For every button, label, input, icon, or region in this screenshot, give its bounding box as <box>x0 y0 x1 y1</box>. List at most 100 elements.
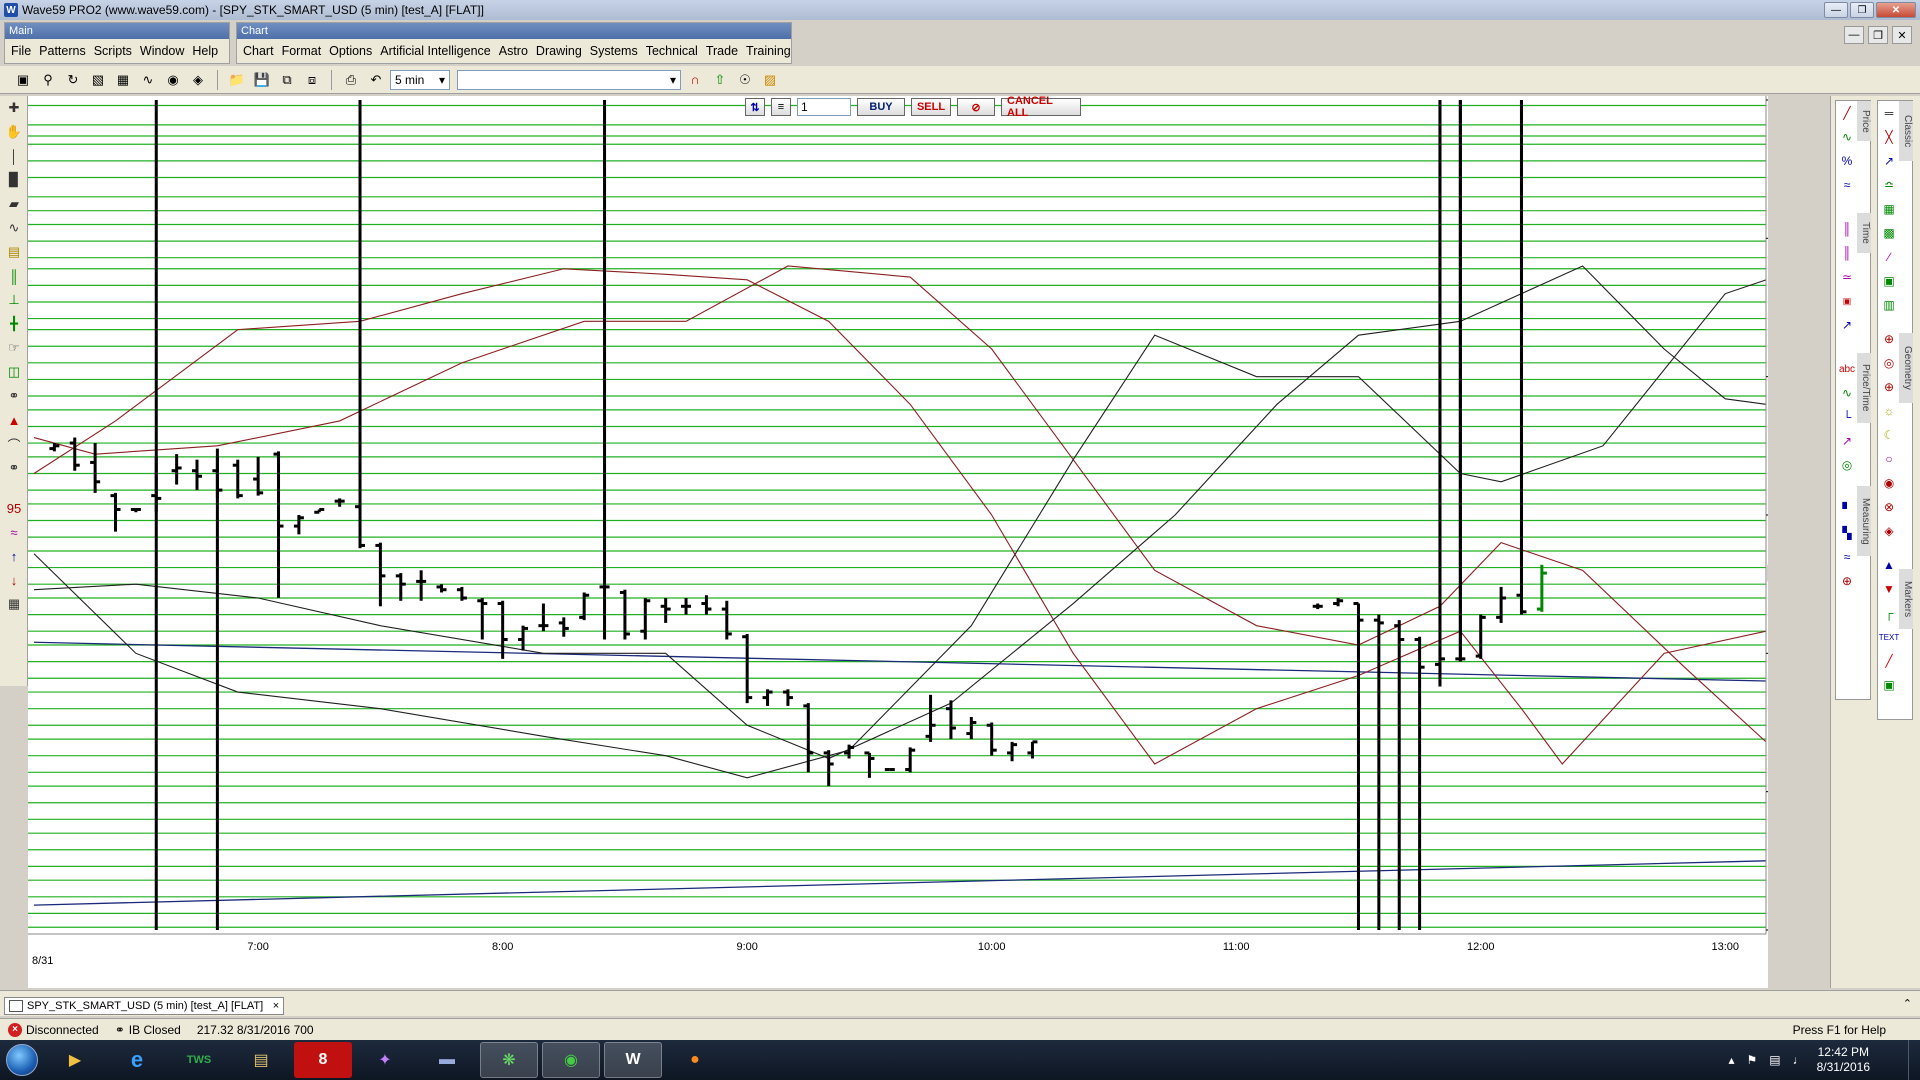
square-grid-icon[interactable]: ▦ <box>1878 197 1900 221</box>
file-explorer-icon[interactable]: ▤ <box>232 1042 290 1078</box>
geometry-ring-icon[interactable]: ○ <box>1878 447 1900 471</box>
firefox-icon[interactable]: ● <box>666 1042 724 1078</box>
price-wave-icon[interactable]: ≈ <box>1836 173 1858 197</box>
quantity-input[interactable]: 1 <box>797 98 851 116</box>
tab-price-time[interactable]: Price/Time <box>1857 353 1871 423</box>
network-icon[interactable]: ▤ <box>1769 1053 1780 1067</box>
order-bracket-icon[interactable]: ≡ <box>771 98 791 116</box>
geometry-wave-icon[interactable]: ☾ <box>1878 423 1900 447</box>
geometry-cross-icon[interactable]: ⊕ <box>1878 375 1900 399</box>
time-trend-icon[interactable]: ↗ <box>1836 313 1858 337</box>
menu-artificial-intelligence[interactable]: Artificial Intelligence <box>380 44 490 58</box>
measure-bars-icon[interactable]: ▘ <box>1836 497 1858 521</box>
measure-target-icon[interactable]: ⊕ <box>1836 569 1858 593</box>
label-95[interactable]: 95 <box>0 496 28 520</box>
menu-file[interactable]: File <box>11 44 31 58</box>
folder-icon[interactable]: ▨ <box>759 69 781 91</box>
percent-icon[interactable]: % <box>1836 149 1858 173</box>
paste-icon[interactable]: ⧈ <box>301 69 323 91</box>
arc-lines-icon[interactable]: ∕ <box>1878 245 1900 269</box>
time-bars-icon[interactable]: ║ <box>1836 217 1858 241</box>
time-counts-icon[interactable]: ▣ <box>1836 289 1858 313</box>
pt-spiral-icon[interactable]: ◎ <box>1836 453 1858 477</box>
pivot-icon[interactable]: ⊥ <box>0 288 28 312</box>
menu-astro[interactable]: Astro <box>499 44 528 58</box>
astro-app-icon[interactable]: ✦ <box>356 1042 414 1078</box>
wave59-taskbar-icon[interactable]: W <box>604 1042 662 1078</box>
order-type-icon[interactable]: ⇅ <box>745 98 765 116</box>
channel-icon[interactable]: ═ <box>1878 101 1900 125</box>
copy-icon[interactable]: ⧉ <box>276 69 298 91</box>
close-icon[interactable]: ✕ <box>1876 2 1916 18</box>
pointer-icon[interactable]: ☞ <box>0 336 28 360</box>
ramp-icon[interactable]: 8 <box>294 1042 352 1078</box>
picture-icon[interactable]: ▦ <box>0 592 28 616</box>
measure-wave-icon[interactable]: ≈ <box>1836 545 1858 569</box>
up-arrow-icon[interactable]: ⇧ <box>709 69 731 91</box>
internet-explorer-icon[interactable]: e <box>108 1042 166 1078</box>
print-icon[interactable]: ⎙ <box>340 69 362 91</box>
menu-drawing[interactable]: Drawing <box>536 44 582 58</box>
save-icon[interactable]: 💾 <box>251 69 273 91</box>
chart-panel[interactable]: 219.00218.50218.00217.50217.00216.50216.… <box>28 95 1809 988</box>
menu-options[interactable]: Options <box>329 44 372 58</box>
menu-trade[interactable]: Trade <box>706 44 738 58</box>
hand-icon[interactable]: ✋ <box>0 120 28 144</box>
tab-price[interactable]: Price <box>1857 101 1871 141</box>
portfolio-icon[interactable]: ◈ <box>187 69 209 91</box>
notes-app-icon[interactable]: ▬ <box>418 1042 476 1078</box>
price-chart[interactable]: 219.00218.50218.00217.50217.00216.50216.… <box>28 95 1809 988</box>
truck-icon[interactable]: ▲ <box>0 408 28 432</box>
trash-icon[interactable]: ◫ <box>0 360 28 384</box>
eye-icon[interactable]: ☉ <box>734 69 756 91</box>
pt-box-icon[interactable]: └ <box>1836 405 1858 429</box>
bars-icon[interactable]: ▉ <box>0 168 28 192</box>
grid-icon[interactable]: ╋ <box>0 312 28 336</box>
mdi-minimize-icon[interactable]: — <box>1844 26 1864 44</box>
zoom-icon[interactable]: ⚲ <box>37 69 59 91</box>
measure-range-icon[interactable]: ▚ <box>1836 521 1858 545</box>
interval-select[interactable]: 5 min ▾ <box>390 69 450 90</box>
cycle-icon[interactable]: ║ <box>0 264 28 288</box>
square-nine-icon[interactable]: ▩ <box>1878 221 1900 245</box>
price-line-icon[interactable]: ╱ <box>1836 101 1858 125</box>
refresh-icon[interactable]: ↻ <box>62 69 84 91</box>
time-wave-icon[interactable]: ≃ <box>1836 265 1858 289</box>
tab-geometry[interactable]: Geometry <box>1899 333 1913 403</box>
menu-format[interactable]: Format <box>282 44 322 58</box>
cancel-all-button[interactable]: CANCEL ALL <box>1001 95 1081 119</box>
monitor-icon[interactable]: ▧ <box>87 69 109 91</box>
undo-icon[interactable]: ↶ <box>365 69 387 91</box>
mdi-restore-icon[interactable]: ❐ <box>1868 26 1888 44</box>
system-clock[interactable]: 12:42 PM 8/31/2016 <box>1817 1045 1870 1075</box>
geometry-diamond-icon[interactable]: ◈ <box>1878 519 1900 543</box>
marker-up-icon[interactable]: ▲ <box>1878 553 1900 577</box>
geometry-rings-icon[interactable]: ◉ <box>1878 471 1900 495</box>
menu-training[interactable]: Training <box>746 44 791 58</box>
pt-fan-icon[interactable]: ↗ <box>1836 429 1858 453</box>
wave-icon[interactable]: ≈ <box>0 520 28 544</box>
menu-systems[interactable]: Systems <box>590 44 638 58</box>
geometry-circle-icon[interactable]: ⊕ <box>1878 327 1900 351</box>
tws-icon[interactable]: TWS <box>170 1042 228 1078</box>
time-cycles-icon[interactable]: ║ <box>1836 241 1858 265</box>
menu-patterns[interactable]: Patterns <box>39 44 86 58</box>
flatten-button[interactable]: ⊘ <box>957 98 995 116</box>
sell-button[interactable]: SELL <box>911 98 951 116</box>
menu-window[interactable]: Window <box>140 44 184 58</box>
menu-technical[interactable]: Technical <box>646 44 698 58</box>
marker-bar-icon[interactable]: ┌ <box>1878 601 1900 625</box>
marker-down-icon[interactable]: ▼ <box>1878 577 1900 601</box>
show-desktop-button[interactable] <box>1908 1040 1920 1080</box>
scanner-icon[interactable]: ◉ <box>162 69 184 91</box>
buy-button[interactable]: BUY <box>857 98 905 116</box>
indicator-icon[interactable]: ∿ <box>137 69 159 91</box>
tab-time[interactable]: Time <box>1857 213 1871 253</box>
crosshair-icon[interactable]: ✚ <box>0 96 28 120</box>
chart-document-tab[interactable]: SPY_STK_SMART_USD (5 min) [test_A] [FLAT… <box>4 997 285 1015</box>
open-icon[interactable]: 📁 <box>226 69 248 91</box>
vertical-line-icon[interactable]: │ <box>0 144 28 168</box>
mdi-close-icon[interactable]: ✕ <box>1892 26 1912 44</box>
new-chart-icon[interactable]: ▣ <box>12 69 34 91</box>
menu-chart[interactable]: Chart <box>243 44 274 58</box>
